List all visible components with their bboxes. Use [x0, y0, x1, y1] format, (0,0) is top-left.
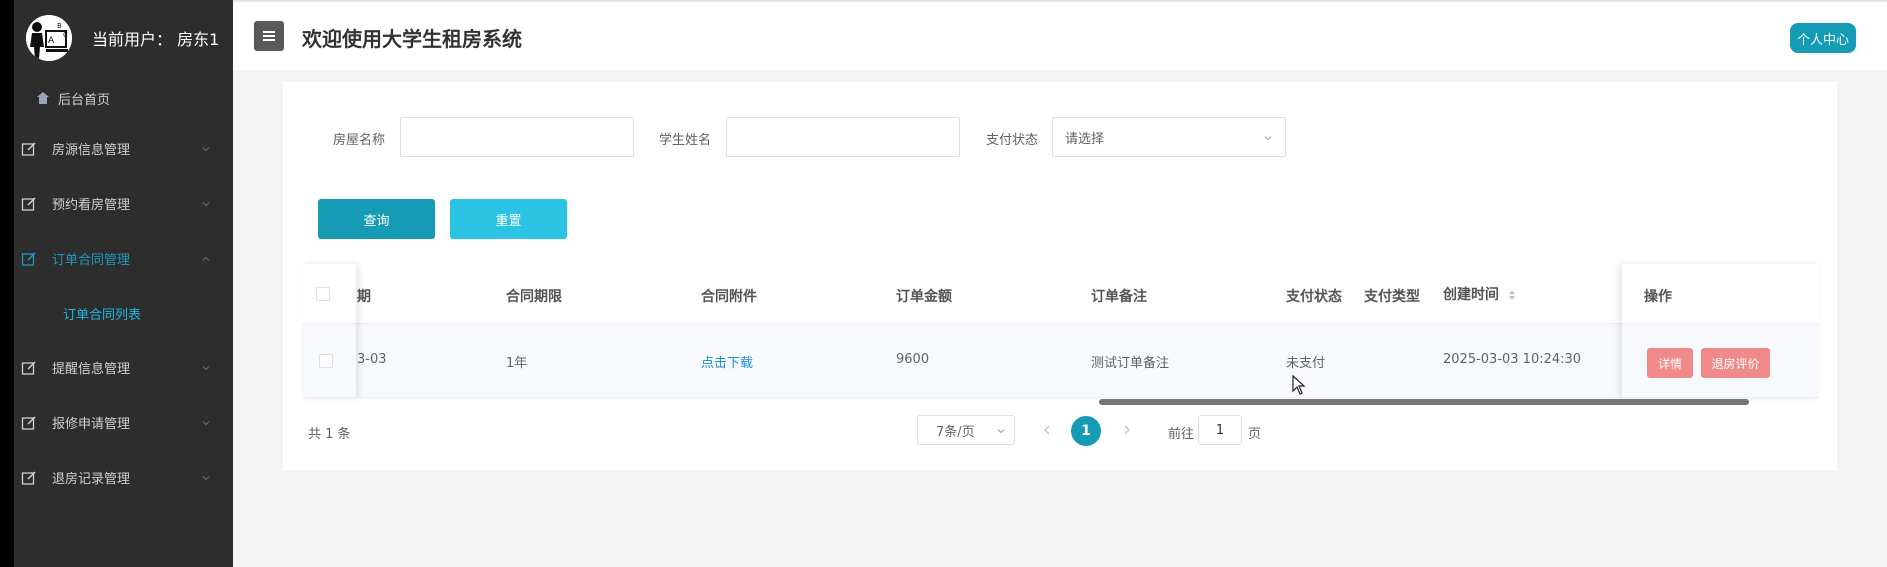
- table-row: 3-03 1年 点击下载 9600 测试订单备注 未支付 2025-03-03 …: [302, 324, 1819, 398]
- horizontal-scrollbar: [302, 398, 1819, 406]
- sidebar-menu: 后台首页 房源信息管理 预约看房管理 订单合同管理 订单合同列表 提醒信息管理 …: [14, 75, 233, 505]
- column-header: 订单备注: [1091, 289, 1147, 305]
- current-user-name: 房东1: [177, 29, 220, 49]
- edit-icon: [20, 359, 38, 377]
- page-size-value: 7条/页: [936, 424, 975, 440]
- sidebar-item-label: 提醒信息管理: [52, 362, 131, 377]
- table-header: 期 合同期限 合同附件 订单金额 订单备注 支付状态 支付类型 创建时间 操作: [302, 264, 1819, 324]
- hamburger-icon: [263, 31, 275, 41]
- chevron-down-icon: [202, 365, 210, 370]
- sidebar-item-repairs[interactable]: 报修申请管理: [14, 395, 233, 450]
- sidebar-item-label: 预约看房管理: [52, 198, 131, 213]
- sidebar-item-checkout[interactable]: 退房记录管理: [14, 450, 233, 505]
- home-icon: [34, 89, 52, 107]
- sidebar-item-reminders[interactable]: 提醒信息管理: [14, 340, 233, 395]
- student-name-label: 学生姓名: [659, 133, 712, 148]
- sidebar-subitem-order-list[interactable]: 订单合同列表: [14, 286, 233, 340]
- current-user-label: 当前用户：: [92, 29, 173, 49]
- chevron-down-icon: [202, 420, 210, 425]
- goto-suffix: 页: [1248, 427, 1262, 442]
- cell-remark: 测试订单备注: [1091, 356, 1170, 371]
- main-card: 房屋名称 学生姓名 支付状态 请选择 查询 重置 期 合同期限 合同附件 订单金…: [283, 82, 1837, 470]
- user-center-button[interactable]: 个人中心: [1789, 23, 1856, 53]
- svg-text:B: B: [57, 22, 62, 30]
- chevron-right-icon[interactable]: [1119, 422, 1135, 438]
- orders-table: 期 合同期限 合同附件 订单金额 订单备注 支付状态 支付类型 创建时间 操作 …: [302, 264, 1819, 412]
- top-header: 欢迎使用大学生租房系统 个人中心: [233, 0, 1887, 70]
- goto-label: 前往: [1168, 427, 1195, 442]
- chevron-left-icon[interactable]: [1039, 422, 1055, 438]
- goto-page-input[interactable]: 1: [1198, 415, 1242, 445]
- reset-button[interactable]: 重置: [450, 199, 567, 239]
- edit-icon: [20, 469, 38, 487]
- pay-status-select[interactable]: 请选择: [1052, 117, 1286, 157]
- sidebar-item-label: 退房记录管理: [52, 472, 131, 487]
- column-header: 合同期限: [506, 289, 562, 305]
- svg-text:C: C: [63, 31, 68, 39]
- sidebar-item-viewing[interactable]: 预约看房管理: [14, 176, 233, 231]
- sidebar-item-label: 订单合同管理: [52, 253, 131, 268]
- brand: A B C 当前用户： 房东1: [14, 0, 233, 75]
- pagination: 共 1 条 7条/页 1 前往 1 页: [283, 415, 1837, 446]
- column-header: 订单金额: [896, 289, 952, 305]
- sidebar-item-label: 后台首页: [58, 92, 111, 108]
- column-header: 支付类型: [1364, 289, 1420, 305]
- column-header-created[interactable]: 创建时间: [1443, 284, 1516, 304]
- cell-pay-status: 未支付: [1286, 356, 1326, 371]
- query-button[interactable]: 查询: [318, 199, 435, 239]
- edit-icon: [20, 414, 38, 432]
- sidebar-item-label: 报修申请管理: [52, 417, 131, 432]
- sidebar-item-home[interactable]: 后台首页: [14, 75, 233, 121]
- page-number-current[interactable]: 1: [1071, 416, 1101, 446]
- chevron-up-icon: [202, 256, 210, 261]
- column-header: 支付状态: [1286, 289, 1342, 305]
- column-header: 合同附件: [701, 289, 757, 305]
- page-title: 欢迎使用大学生租房系统: [302, 27, 522, 51]
- house-name-label: 房屋名称: [333, 133, 386, 148]
- fixed-column-shadow-right: [1622, 264, 1819, 398]
- sidebar-item-house-info[interactable]: 房源信息管理: [14, 121, 233, 176]
- search-form: 房屋名称 学生姓名 支付状态 请选择: [283, 117, 1837, 157]
- sidebar-item-orders[interactable]: 订单合同管理: [14, 231, 233, 286]
- total-count: 共 1 条: [308, 427, 351, 442]
- download-link[interactable]: 点击下载: [701, 352, 753, 371]
- edit-icon: [20, 250, 38, 268]
- sort-icon[interactable]: [1508, 289, 1516, 301]
- column-header-label: 创建时间: [1443, 287, 1499, 303]
- chevron-down-icon: [997, 429, 1005, 434]
- mouse-cursor-icon: [1292, 375, 1306, 395]
- pay-status-label: 支付状态: [986, 133, 1039, 148]
- current-user: 当前用户： 房东1: [92, 26, 219, 50]
- pay-status-placeholder: 请选择: [1065, 131, 1105, 147]
- chevron-down-icon: [202, 201, 210, 206]
- student-name-input[interactable]: [726, 117, 960, 157]
- cell-amount: 9600: [896, 352, 930, 367]
- house-name-input[interactable]: [400, 117, 634, 157]
- sidebar-edge: [0, 0, 14, 567]
- chevron-down-icon: [1264, 136, 1272, 141]
- chevron-down-icon: [202, 146, 210, 151]
- cell-created-at: 2025-03-03 10:24:30: [1443, 352, 1582, 367]
- edit-icon: [20, 195, 38, 213]
- logo: A B C: [26, 14, 72, 61]
- edit-icon: [20, 140, 38, 158]
- chevron-down-icon: [202, 475, 210, 480]
- menu-toggle-button[interactable]: [254, 21, 284, 51]
- sidebar: A B C 当前用户： 房东1 后台首页 房源信息管理 预约看房管理 订单合同管…: [0, 0, 233, 567]
- cell-contract-term: 1年: [506, 356, 528, 371]
- cell-date: 3-03: [357, 352, 387, 367]
- svg-text:A: A: [48, 36, 55, 46]
- fixed-column-shadow-left: [302, 264, 356, 398]
- page-size-select[interactable]: 7条/页: [917, 415, 1015, 445]
- column-header: 期: [357, 289, 371, 305]
- sidebar-item-label: 房源信息管理: [52, 143, 131, 158]
- scrollbar-thumb[interactable]: [1099, 399, 1749, 405]
